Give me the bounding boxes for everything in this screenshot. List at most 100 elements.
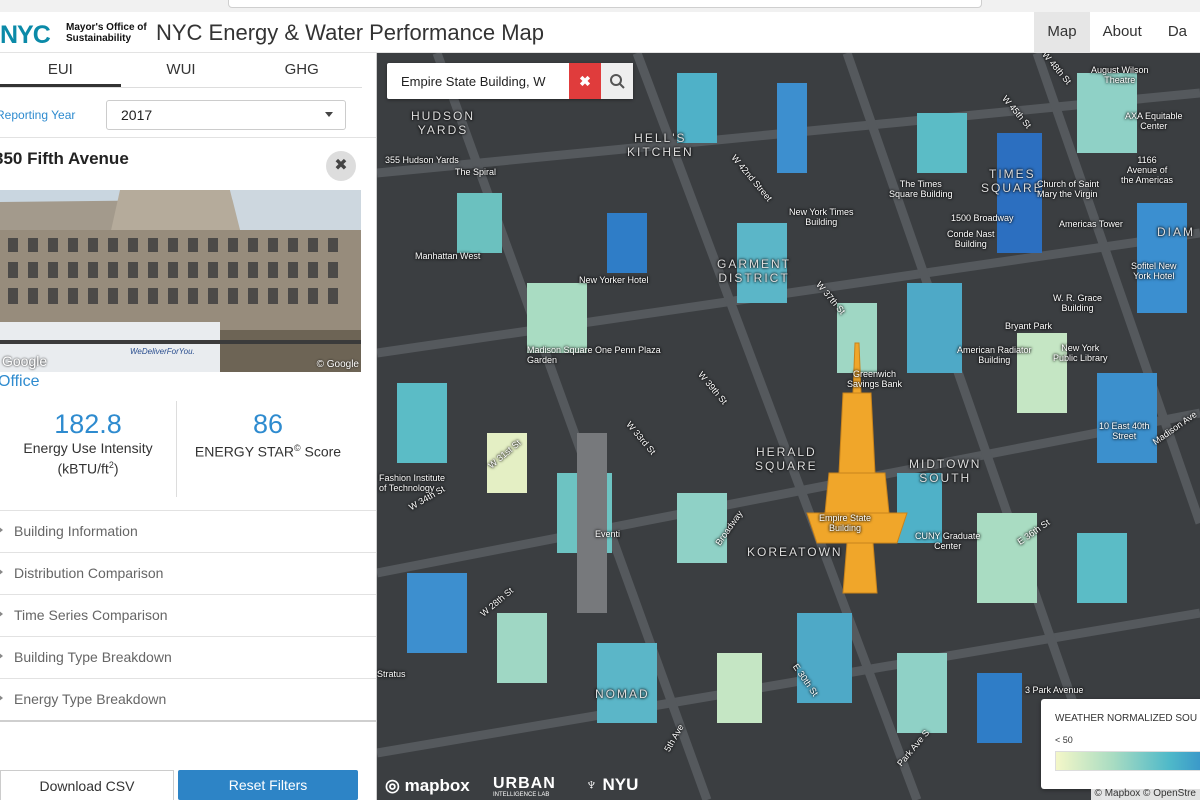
attribution-logos: ◎ mapbox URBAN INTELLIGENCE LAB ♆ NYU [385, 772, 705, 800]
chevron-right-icon [0, 652, 3, 660]
map-label-empire-state: Empire State Building [819, 513, 872, 533]
tab-ghg[interactable]: GHG [241, 53, 362, 87]
download-csv-button[interactable]: Download CSV [0, 770, 174, 800]
map-label-1166-avenue: 1166 Avenue of the Americas [1121, 155, 1174, 185]
image-copyright: © Google [316, 359, 359, 370]
map-label-times-square-building: The Times Square Building [889, 179, 953, 199]
energy-star-label: ENERGY STAR© Score [194, 443, 342, 460]
urban-logo: URBAN [493, 775, 556, 792]
map-label-the-spiral: The Spiral [455, 167, 497, 177]
mayors-office-logo: Mayor's Office of Sustainability [66, 22, 147, 44]
map-label-1500-broadway: 1500 Broadway [951, 213, 1014, 223]
nav-tab-data[interactable]: Da [1155, 12, 1200, 52]
map-label-wr-grace: W. R. Grace Building [1053, 293, 1103, 313]
map-label-sofitel: Sofitel New York Hotel [1131, 261, 1177, 281]
accordion-building-type-breakdown[interactable]: Building Type Breakdown [0, 637, 376, 679]
map-label-times-square: TIMES SQUARE [981, 167, 1044, 195]
map-label-august-wilson: August Wilson Theatre [1091, 65, 1149, 85]
map-label-msg: Madison Square One Penn Plaza Garden [527, 345, 661, 365]
eui-label: Energy Use Intensity [23, 440, 153, 456]
caret-down-icon [325, 112, 333, 117]
map-label-stratus: Stratus [377, 669, 406, 679]
eui-stat: 182.8 Energy Use Intensity (kBTU/ft2) [0, 409, 176, 478]
chevron-right-icon [0, 526, 3, 534]
map-label-nyt-building: New York Times Building [789, 207, 854, 227]
reporting-year-select[interactable]: 2017 [106, 100, 346, 130]
map-label-nomad: NOMAD [595, 687, 650, 701]
reset-filters-button[interactable]: Reset Filters [178, 770, 358, 800]
accordion-time-series-comparison[interactable]: Time Series Comparison [0, 595, 376, 637]
map-search: ✖ [387, 63, 633, 99]
accordion-label: Distribution Comparison [14, 565, 164, 581]
app-title: NYC Energy & Water Performance Map [156, 20, 544, 45]
divider [0, 137, 376, 138]
accordion-label: Energy Type Breakdown [14, 691, 167, 707]
tab-eui[interactable]: EUI [0, 53, 121, 87]
search-button[interactable] [601, 63, 633, 99]
map-label-american-radiator: American Radiator Building [957, 345, 1032, 365]
map-label-hudson-yards: HUDSON YARDS [411, 109, 476, 137]
accordion-energy-type-breakdown[interactable]: Energy Type Breakdown [0, 679, 376, 722]
google-watermark: Google [2, 353, 48, 369]
search-clear-button[interactable]: ✖ [569, 63, 601, 99]
map-label-herald-square: HERALD SQUARE [755, 445, 818, 473]
stat-divider [176, 401, 177, 497]
mapbox-logo[interactable]: ◎ mapbox [385, 776, 470, 796]
map-label-manhattan-west: Manhattan West [415, 251, 481, 261]
eui-unit: (kBTU/ft2) [57, 460, 119, 477]
building-facade-image: WeDeliverForYou. [0, 190, 361, 372]
map-copyright[interactable]: © Mapbox © OpenStre [1090, 787, 1200, 800]
accordion-label: Building Type Breakdown [14, 649, 172, 665]
map-label-diam: DIAM [1157, 225, 1195, 239]
sidebar: EUI WUI GHG Reporting Year 2017 350 Fift… [0, 53, 377, 800]
nav-tab-map[interactable]: Map [1034, 12, 1090, 52]
nav-tab-about[interactable]: About [1090, 12, 1155, 52]
map-label-355-hudson-yards: 355 Hudson Yards [385, 155, 459, 165]
street-view-image[interactable]: WeDeliverForYou. Google © Google [0, 190, 361, 372]
close-icon: ✖ [579, 73, 591, 89]
search-input[interactable] [387, 63, 569, 99]
nyc-logo[interactable]: NYC [0, 21, 51, 50]
chevron-right-icon [0, 694, 3, 702]
map-label-cuny: CUNY Graduate Center [915, 531, 981, 551]
nyu-logo: ♆ NYU [585, 775, 639, 794]
map-label-nypl: New York Public Library [1053, 343, 1108, 363]
reporting-year-label: Reporting Year [0, 108, 76, 122]
map-label-midtown-south: MIDTOWN SOUTH [909, 457, 982, 485]
top-nav: Map About Da [1034, 12, 1200, 52]
legend-min-label: < 50 [1055, 735, 1073, 745]
app-header: NYC Mayor's Office of Sustainability NYC… [0, 12, 1200, 53]
map-label-eventi: Eventi [595, 529, 621, 539]
map-label-axa-center: AXA Equitable Center [1125, 111, 1183, 131]
eui-value: 182.8 [54, 409, 122, 439]
accordion-label: Time Series Comparison [14, 607, 168, 623]
torch-icon: ♆ [585, 775, 598, 794]
map-label-hells-kitchen: HELL'S KITCHEN [627, 131, 694, 159]
mapbox-icon: ◎ [385, 776, 400, 795]
search-icon [610, 74, 625, 89]
map-label-americas-tower: Americas Tower [1059, 219, 1123, 229]
accordion-building-information[interactable]: Building Information [0, 511, 376, 553]
map-view[interactable]: ✖ HUDSON YARDS HELL'S KITCHEN GARMENT DI… [377, 53, 1200, 800]
tab-wui[interactable]: WUI [121, 53, 242, 87]
accordion-distribution-comparison[interactable]: Distribution Comparison [0, 553, 376, 595]
map-label-koreatown: KOREATOWN [747, 545, 843, 559]
energy-star-value: 86 [252, 409, 284, 439]
accordion-label: Building Information [14, 523, 138, 539]
metric-tabs: EUI WUI GHG [0, 53, 362, 88]
building-address: 350 Fifth Avenue [0, 149, 129, 168]
map-label-greenwich: Greenwich Savings Bank [847, 369, 903, 389]
map-label-conde-nast: Conde Nast Building [947, 229, 995, 249]
map-label-new-yorker: New Yorker Hotel [579, 275, 649, 285]
address-bar[interactable] [228, 0, 982, 8]
legend-title: WEATHER NORMALIZED SOU [1055, 713, 1198, 724]
legend-color-bar [1055, 751, 1200, 771]
map-label-bryant-park: Bryant Park [1005, 321, 1053, 331]
building-type: Office [0, 373, 40, 390]
reporting-year-value: 2017 [121, 107, 153, 123]
map-label-3-park-avenue: 3 Park Avenue [1025, 685, 1084, 695]
close-building-button[interactable]: ✖ [326, 151, 356, 181]
close-icon: ✖ [334, 157, 348, 174]
map-label-garment-district: GARMENT DISTRICT [717, 257, 791, 285]
chevron-right-icon [0, 568, 3, 576]
